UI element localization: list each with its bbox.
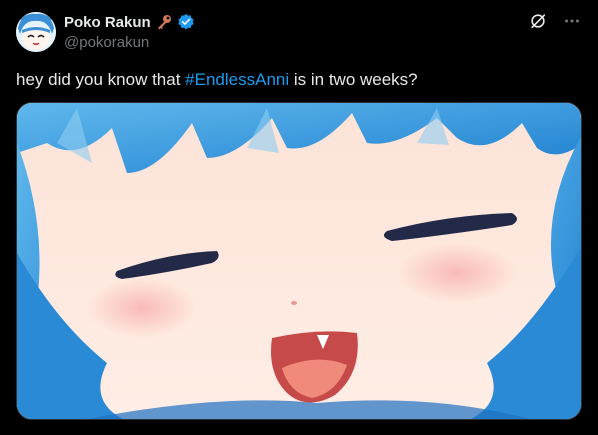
hashtag-link[interactable]: #EndlessAnni (185, 70, 289, 89)
tweet: Poko Rakun @pokorakun hey did you know t… (0, 0, 598, 435)
tweet-text: hey did you know that #EndlessAnni is in… (16, 69, 418, 91)
tweet-text-before: hey did you know that (16, 70, 186, 89)
anime-face-closeup-image (17, 103, 581, 419)
author-display-name[interactable]: Poko Rakun (64, 14, 151, 31)
tweet-text-after: is in two weeks? (289, 70, 418, 89)
avatar-image (16, 12, 56, 52)
avatar[interactable] (16, 12, 56, 52)
author-name-row: Poko Rakun (64, 12, 195, 32)
verified-badge-icon[interactable] (177, 13, 195, 31)
grok-icon[interactable] (528, 11, 548, 31)
key-emoji-icon (155, 13, 173, 31)
tweet-media-image[interactable] (16, 102, 582, 420)
top-actions (528, 11, 582, 31)
more-icon[interactable] (562, 11, 582, 31)
author-handle[interactable]: @pokorakun (64, 34, 149, 51)
